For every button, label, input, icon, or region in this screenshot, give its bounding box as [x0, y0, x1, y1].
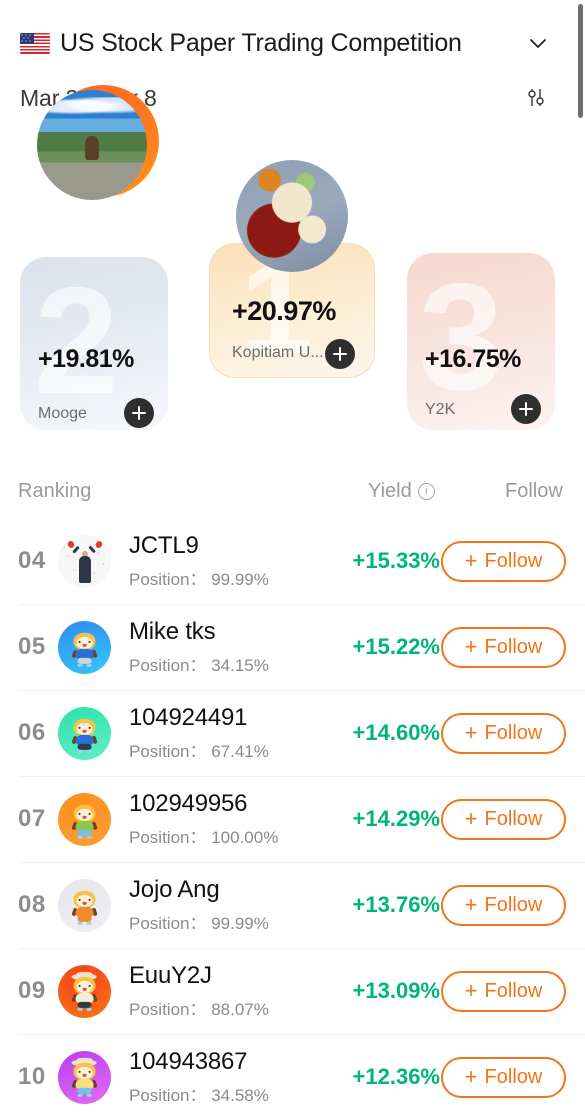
rank-number: 09: [18, 977, 46, 1004]
rank-number: 06: [18, 719, 46, 746]
celebration-photo: [58, 534, 111, 588]
follow-button[interactable]: + Follow: [441, 626, 566, 668]
podium-yield: +19.81%: [38, 345, 134, 373]
rank-watermark: 3: [419, 252, 504, 422]
user-name: Mike tks: [129, 618, 216, 645]
column-header-follow: Follow: [505, 479, 563, 502]
follow-button-label: Follow: [484, 549, 543, 572]
podium-yield: +20.97%: [232, 296, 336, 326]
info-icon[interactable]: i: [417, 482, 435, 500]
follow-button-label: Follow: [484, 721, 543, 744]
table-row[interactable]: 05 Mike tks Position： 34.15% +15.22% + F…: [0, 604, 585, 690]
page-title: US Stock Paper Trading Competition: [60, 28, 462, 57]
rank-number: 10: [18, 1063, 46, 1090]
rank-number: 04: [18, 547, 46, 574]
plus-icon: +: [464, 634, 478, 659]
plus-icon: +: [464, 978, 478, 1003]
yield-value: +13.76%: [352, 892, 440, 917]
yield-value: +12.36%: [352, 1064, 440, 1089]
title-row: US Stock Paper Trading Competition: [20, 22, 565, 64]
podium-avatar-rank-3[interactable]: [37, 90, 147, 200]
follow-button-label: Follow: [484, 635, 543, 658]
yield-value: +14.29%: [352, 806, 440, 831]
plus-icon: +: [464, 1064, 478, 1089]
rank-watermark: 2: [34, 256, 119, 426]
follow-button[interactable]: + Follow: [441, 798, 566, 840]
bear-mascot: [58, 793, 111, 846]
table-row[interactable]: 06 104924491 Position： 67.41% +14.60% + …: [0, 690, 585, 776]
podium-avatar-rank-1[interactable]: [236, 160, 348, 272]
follow-button[interactable]: + Follow: [441, 1056, 566, 1098]
bear-mascot: [58, 707, 111, 760]
plus-icon: +: [464, 892, 478, 917]
chevron-down-icon[interactable]: [527, 32, 549, 54]
user-name: 104943867: [129, 1048, 248, 1075]
podium-card-rank-2[interactable]: 2 +19.81% Mooge: [20, 257, 168, 430]
user-name: EuuY2J: [129, 962, 212, 989]
podium-yield: +16.75%: [425, 345, 521, 373]
podium-follow-plus-button[interactable]: [325, 339, 355, 369]
rank-number: 07: [18, 805, 46, 832]
list-column-headers: Ranking Yield i Follow: [0, 470, 585, 512]
podium-card-rank-3[interactable]: 3 +16.75% Y2K: [407, 253, 555, 430]
follow-button-label: Follow: [484, 893, 543, 916]
column-header-yield: Yield i: [368, 480, 435, 503]
scrollbar-thumb[interactable]: [578, 4, 583, 118]
follow-button[interactable]: + Follow: [441, 970, 566, 1012]
rank-number: 05: [18, 633, 46, 660]
plus-icon: +: [464, 548, 478, 573]
table-row[interactable]: 10 104943867 Position： 34.58% +12.36% + …: [0, 1034, 585, 1112]
us-flag-icon: [20, 32, 50, 54]
rank-number: 08: [18, 891, 46, 918]
column-header-yield-label: Yield: [368, 479, 412, 502]
bear-mascot: [58, 879, 111, 932]
user-name: 102949956: [129, 790, 248, 817]
podium-user-name: Kopitiam U...: [232, 344, 324, 361]
follow-button-label: Follow: [484, 807, 543, 830]
competition-leaderboard-screen: US Stock Paper Trading Competition Mar 3…: [0, 0, 585, 1112]
sliders-filter-icon[interactable]: [523, 85, 549, 111]
bear-mascot: [58, 621, 111, 674]
table-row[interactable]: 04 JCTL9 Position： 99.99% +15.33% + Foll…: [0, 518, 585, 604]
leaderboard-rows: 04 JCTL9 Position： 99.99% +15.33% + Foll…: [0, 518, 585, 1112]
avatar[interactable]: [58, 878, 111, 932]
table-row[interactable]: 09 EuuY2J Position： 88.07% +13.09% + Fol…: [0, 948, 585, 1034]
bear-mascot: [58, 965, 111, 1018]
table-row[interactable]: 07 102949956 Position： 100.00% +14.29% +…: [0, 776, 585, 862]
avatar[interactable]: [58, 620, 111, 674]
yield-value: +15.33%: [352, 548, 440, 573]
podium-user-name: Mooge: [38, 405, 87, 422]
bear-mascot: [58, 1051, 111, 1104]
follow-button[interactable]: + Follow: [441, 712, 566, 754]
follow-button-label: Follow: [484, 1065, 543, 1088]
avatar[interactable]: [58, 964, 111, 1018]
column-header-ranking: Ranking: [18, 479, 92, 502]
page-scrollbar[interactable]: [577, 0, 585, 1112]
plus-icon: +: [464, 720, 478, 745]
follow-button[interactable]: + Follow: [441, 884, 566, 926]
table-row[interactable]: 08 Jojo Ang Position： 99.99% +13.76% + F…: [0, 862, 585, 948]
plus-icon: +: [464, 806, 478, 831]
user-name: 104924491: [129, 704, 248, 731]
yield-value: +15.22%: [352, 634, 440, 659]
yield-value: +14.60%: [352, 720, 440, 745]
follow-button[interactable]: + Follow: [441, 540, 566, 582]
podium-top3: 2 +19.81% Mooge 1 +20.97% Kopitiam U... …: [0, 85, 585, 440]
yield-value: +13.09%: [352, 978, 440, 1003]
podium-follow-plus-button[interactable]: [124, 398, 154, 428]
follow-button-label: Follow: [484, 979, 543, 1002]
nasi-lemak-photo: [236, 160, 348, 272]
podium-user-name: Y2K: [425, 401, 456, 418]
user-name: JCTL9: [129, 532, 199, 559]
podium-follow-plus-button[interactable]: [511, 394, 541, 424]
avatar[interactable]: [58, 534, 111, 588]
avatar[interactable]: [58, 1050, 111, 1104]
user-name: Jojo Ang: [129, 876, 220, 903]
lake-landscape-photo: [37, 90, 147, 200]
avatar[interactable]: [58, 792, 111, 846]
avatar[interactable]: [58, 706, 111, 760]
